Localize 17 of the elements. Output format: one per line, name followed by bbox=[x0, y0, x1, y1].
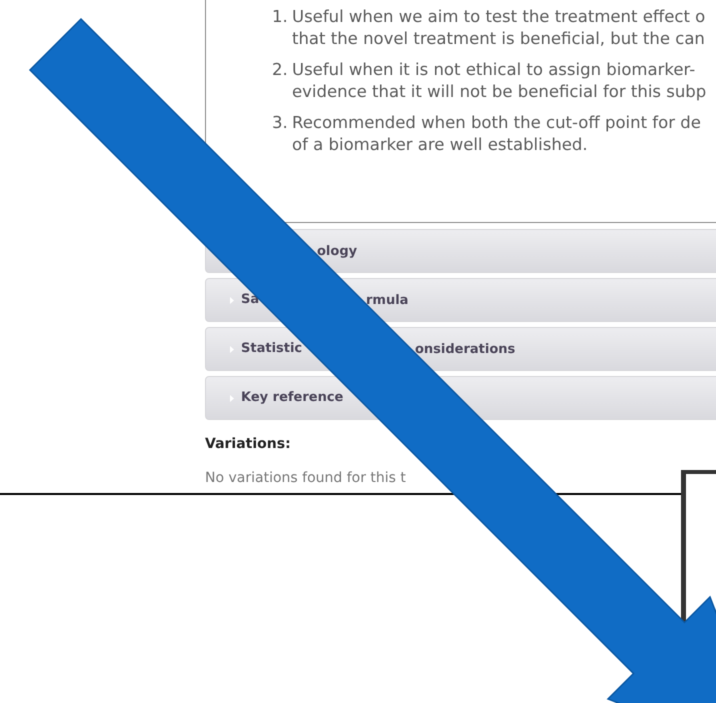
empty-message: No variations found for this t bbox=[205, 469, 406, 487]
accordion-title: rmula bbox=[366, 292, 408, 310]
accordion-title: ology bbox=[317, 243, 358, 261]
accordion-title: Sa bbox=[241, 291, 260, 310]
list-text: Useful when we aim to test the treatment effect o bbox=[292, 6, 706, 28]
list-text: Useful when it is not ethical to assign biomarker- bbox=[292, 59, 696, 81]
list-text: of a biomarker are well established. bbox=[292, 134, 588, 156]
section-heading: Variations: bbox=[205, 435, 291, 454]
list-number: 2. bbox=[272, 59, 289, 81]
list-text: that the novel treatment is beneficial, but the can bbox=[292, 28, 705, 50]
accordion-title: Key reference bbox=[241, 389, 344, 408]
list-text: evidence that it will not be beneficial for this subp bbox=[292, 81, 706, 103]
list-text: Recommended when both the cut-off point for de bbox=[292, 112, 701, 134]
accordion-title: onsiderations bbox=[415, 341, 516, 359]
accordion-title: Statistic bbox=[241, 340, 302, 358]
list-number: 1. bbox=[272, 6, 289, 28]
list-number: 3. bbox=[272, 112, 289, 134]
